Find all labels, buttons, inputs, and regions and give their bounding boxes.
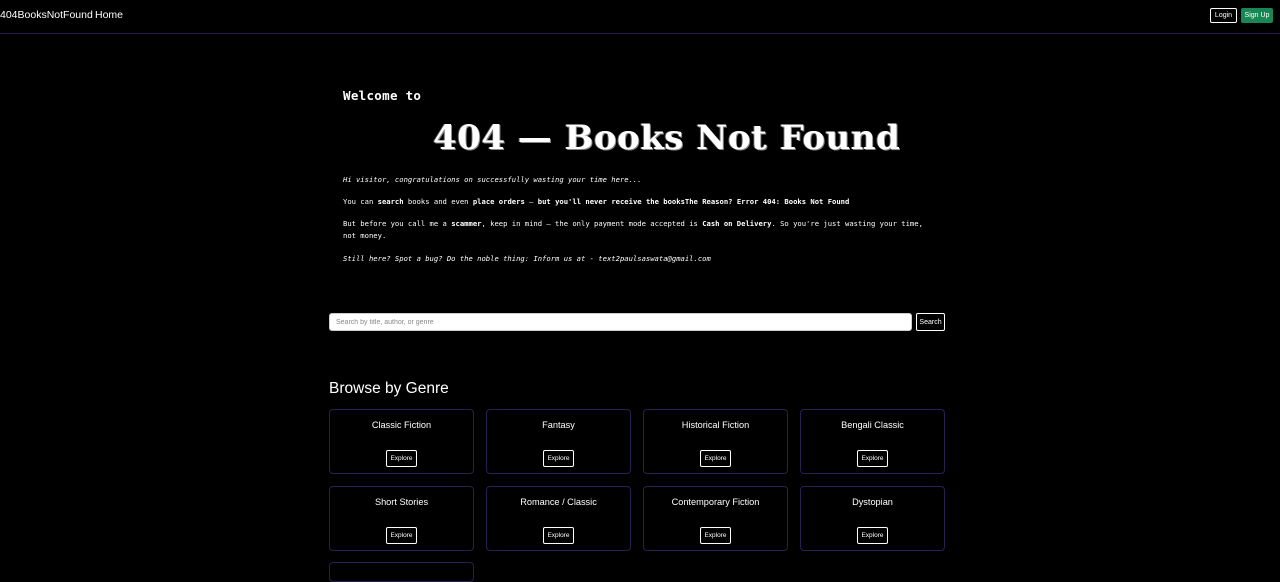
explore-button[interactable]: Explore: [857, 527, 888, 544]
brand-link[interactable]: 404BooksNotFound: [0, 9, 93, 21]
contact-paragraph: Still here? Spot a bug? Do the noble thi…: [343, 254, 711, 263]
genre-card: Romance / Classic Explore: [486, 486, 631, 551]
payment-highlight: Cash on Delivery: [702, 219, 772, 228]
search-button[interactable]: Search: [916, 313, 945, 331]
payment-paragraph: But before you call me a scammer, keep i…: [343, 218, 933, 242]
payment-text: , keep in mind — the only payment mode a…: [481, 219, 703, 228]
nav-link-home[interactable]: Home: [95, 9, 123, 21]
genre-card: Classic Fiction Explore: [329, 409, 474, 474]
signup-button[interactable]: Sign Up: [1241, 8, 1273, 23]
info-text: You can: [343, 197, 378, 206]
navbar: 404BooksNotFound Home Login Sign Up: [0, 0, 1280, 34]
explore-button[interactable]: Explore: [700, 527, 731, 544]
genre-title: Historical Fiction: [681, 420, 750, 430]
info-highlight: search: [377, 197, 404, 206]
site-title: 404 — Books Not Found: [433, 118, 901, 158]
payment-highlight: scammer: [451, 219, 482, 228]
login-button[interactable]: Login: [1210, 8, 1237, 23]
genre-title: Contemporary Fiction: [671, 497, 760, 507]
explore-button[interactable]: Explore: [543, 450, 574, 467]
genre-title: Classic Fiction: [371, 420, 432, 430]
explore-button[interactable]: Explore: [543, 527, 574, 544]
info-highlight: place orders: [472, 197, 525, 206]
genre-title: Short Stories: [374, 497, 429, 507]
explore-button[interactable]: Explore: [700, 450, 731, 467]
explore-button[interactable]: Explore: [386, 527, 417, 544]
payment-text: But before you call me a: [343, 219, 452, 228]
genre-card: Fantasy Explore: [486, 409, 631, 474]
genre-title: Bengali Classic: [841, 420, 904, 430]
explore-button[interactable]: Explore: [386, 450, 417, 467]
intro-paragraph: Hi visitor, congratulations on successfu…: [343, 175, 642, 184]
genre-card: Historical Fiction Explore: [643, 409, 788, 474]
info-paragraph: You can search books and even place orde…: [343, 196, 933, 208]
genre-card: Short Stories Explore: [329, 486, 474, 551]
info-highlight: but you'll never receive the booksThe Re…: [537, 197, 850, 206]
genre-card-partial: [329, 562, 474, 582]
info-text: books and even: [403, 197, 473, 206]
search-input[interactable]: [329, 313, 912, 331]
info-text: —: [524, 197, 538, 206]
genre-card: Bengali Classic Explore: [800, 409, 945, 474]
explore-button[interactable]: Explore: [857, 450, 888, 467]
genre-card: Dystopian Explore: [800, 486, 945, 551]
genre-title: Dystopian: [852, 497, 893, 507]
genre-title: Romance / Classic: [520, 497, 597, 507]
genre-card: Contemporary Fiction Explore: [643, 486, 788, 551]
genre-heading: Browse by Genre: [329, 380, 449, 397]
genre-title: Fantasy: [542, 420, 575, 430]
welcome-text: Welcome to: [343, 88, 422, 103]
